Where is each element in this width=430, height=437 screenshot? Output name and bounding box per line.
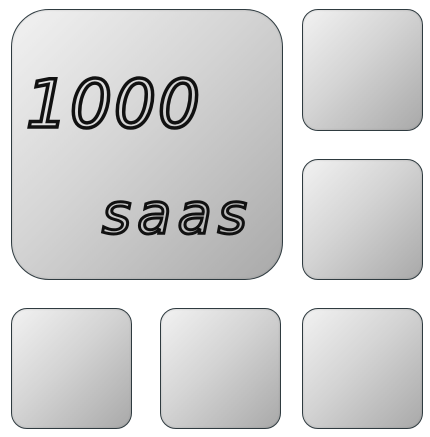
tile-bottom-right[interactable]: [302, 308, 423, 429]
logo-tile[interactable]: 1000 saas: [11, 9, 283, 280]
logo-wordmark: 1000 saas: [12, 10, 284, 281]
tile-bottom-left[interactable]: [11, 308, 132, 429]
logo-line1: 1000: [26, 66, 202, 143]
tile-top-right[interactable]: [302, 9, 423, 131]
tile-middle-right[interactable]: [302, 159, 423, 280]
tile-bottom-middle[interactable]: [160, 308, 281, 429]
logo-line2: saas: [102, 182, 253, 247]
